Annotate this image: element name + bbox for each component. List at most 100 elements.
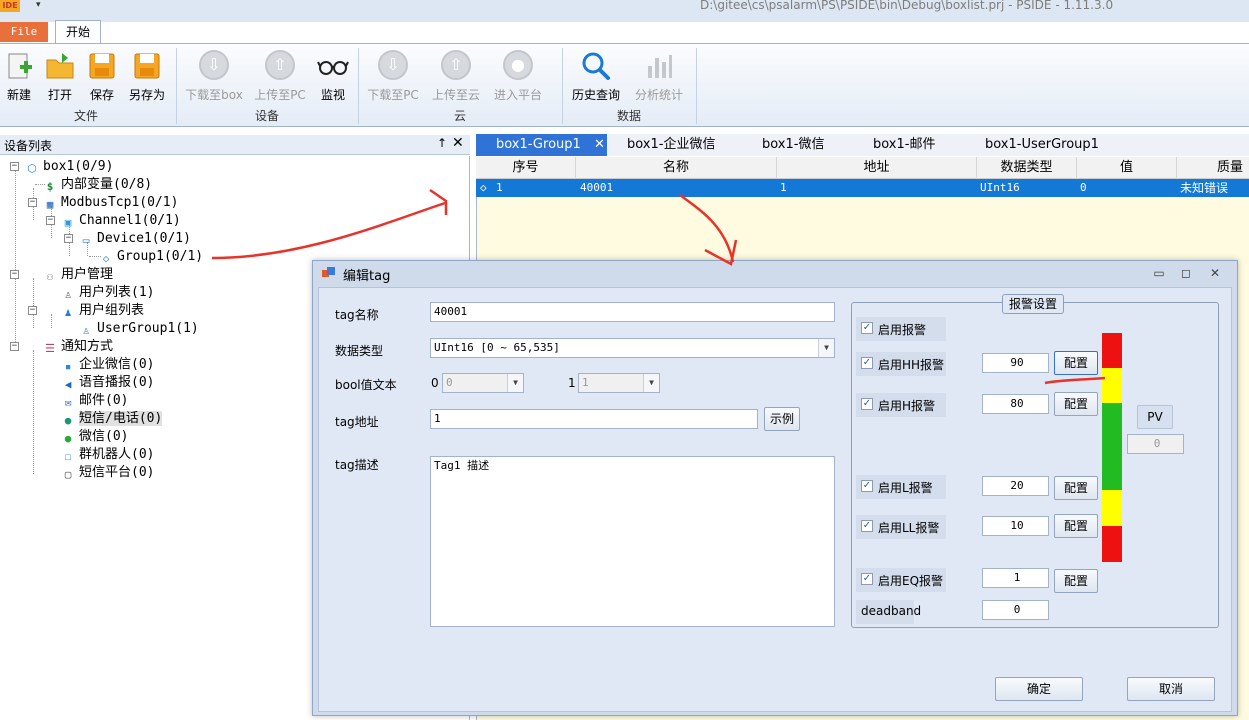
tab-start[interactable]: 开始 <box>55 20 101 44</box>
tree-expander[interactable]: − <box>28 306 37 315</box>
column-header-name[interactable]: 名称 <box>576 157 777 179</box>
tab-box1-mail[interactable]: box1-邮件 <box>873 134 935 156</box>
ll-config-button[interactable]: 配置 <box>1054 514 1098 538</box>
tree-node-usergroup1[interactable]: ♙ UserGroup1(1) <box>78 320 199 338</box>
ribbon: 新建 打开 保存 另存为 文件 ⇩ 下载至box ⇧ 上传至PC 监视 设备 ⇩… <box>0 43 1249 127</box>
data-type-label: 数据类型 <box>335 344 384 358</box>
sms-icon: ● <box>64 414 72 427</box>
cloud-upload-icon: ⇧ <box>440 50 472 82</box>
open-button[interactable]: 打开 <box>44 50 76 103</box>
tree-node-notification[interactable]: ☰ 通知方式 <box>42 338 113 356</box>
eq-config-button[interactable]: 配置 <box>1054 569 1098 593</box>
cell-index: 1 <box>496 181 503 194</box>
pv-value: 0 <box>1127 434 1184 454</box>
h-config-button[interactable]: 配置 <box>1054 392 1098 416</box>
tree-node-box1[interactable]: ⬡ box1(0/9) <box>24 158 113 176</box>
example-button[interactable]: 示例 <box>764 407 800 431</box>
robot-icon: ☐ <box>64 450 72 463</box>
column-header-address[interactable]: 地址 <box>777 157 977 179</box>
tree-node-group1[interactable]: ◇ Group1(0/1) <box>98 248 203 266</box>
open-folder-icon <box>44 50 76 82</box>
upload-to-cloud-label: 上传至云 <box>431 88 480 102</box>
h-value-input[interactable]: 80 <box>982 394 1049 414</box>
tree-node-user-list[interactable]: ♙ 用户列表(1) <box>60 284 155 302</box>
hh-config-button[interactable]: 配置 <box>1054 351 1098 375</box>
minimize-icon[interactable]: ▭ <box>1151 266 1167 280</box>
tree-expander[interactable]: − <box>28 198 37 207</box>
ribbon-separator <box>696 48 697 124</box>
maximize-icon[interactable]: ◻ <box>1178 266 1194 280</box>
tree-node-voice[interactable]: ◀ 语音播报(0) <box>60 374 155 392</box>
monitor-icon: ▭ <box>82 234 90 247</box>
eq-value-input[interactable]: 1 <box>982 568 1049 588</box>
history-query-button[interactable]: 历史查询 <box>570 50 622 103</box>
dollar-icon: $ <box>46 180 54 193</box>
save-as-button[interactable]: 另存为 <box>126 50 168 103</box>
enable-l-checkbox[interactable]: ✓ 启用L报警 <box>856 475 946 499</box>
monitor-button[interactable]: 监视 <box>316 50 350 103</box>
save-button[interactable]: 保存 <box>86 50 118 103</box>
download-to-pc-button[interactable]: ⇩ 下载至PC <box>366 50 420 103</box>
tree-expander[interactable]: − <box>10 342 19 351</box>
ll-value-input[interactable]: 10 <box>982 516 1049 536</box>
column-header-type[interactable]: 数据类型 <box>977 157 1077 179</box>
tree-expander[interactable]: − <box>10 162 19 171</box>
bool1-select[interactable]: 1 ▼ <box>578 373 660 393</box>
close-icon[interactable]: ✕ <box>594 134 605 156</box>
tag-name-input[interactable]: 40001 <box>430 302 835 322</box>
download-to-box-button[interactable]: ⇩ 下载至box <box>184 50 244 103</box>
tree-node-channel1[interactable]: ▣ Channel1(0/1) <box>60 212 181 230</box>
column-header-quality[interactable]: 质量 <box>1177 157 1249 179</box>
data-type-select[interactable]: UInt16 [0 ~ 65,535] ▼ <box>430 338 835 358</box>
new-button[interactable]: 新建 <box>4 50 34 103</box>
l-config-button[interactable]: 配置 <box>1054 476 1098 500</box>
deadband-input[interactable]: 0 <box>982 600 1049 620</box>
tab-box1-usergroup1[interactable]: box1-UserGroup1 <box>985 134 1099 156</box>
upload-to-pc-button[interactable]: ⇧ 上传至PC <box>252 50 308 103</box>
hh-value-input[interactable]: 90 <box>982 353 1049 373</box>
close-icon[interactable]: ✕ <box>452 135 464 151</box>
upload-to-cloud-button[interactable]: ⇧ 上传至云 <box>430 50 482 103</box>
tree-node-user-group-list[interactable]: ♟ 用户组列表 <box>60 302 144 320</box>
tree-node-internal-vars[interactable]: $ 内部变量(0/8) <box>42 176 152 194</box>
tab-file[interactable]: File <box>0 22 48 42</box>
tree-node-modbustcp1[interactable]: ▦ ModbusTcp1(0/1) <box>42 194 179 212</box>
enable-hh-checkbox[interactable]: ✓ 启用HH报警 <box>856 352 946 376</box>
tree-node-wechat[interactable]: ● 微信(0) <box>60 428 129 446</box>
tag-address-input[interactable]: 1 <box>430 409 758 429</box>
tree-node-mail[interactable]: ✉ 邮件(0) <box>60 392 129 410</box>
enable-eq-checkbox[interactable]: ✓ 启用EQ报警 <box>856 568 946 592</box>
tree-expander[interactable]: − <box>46 216 55 225</box>
new-button-label: 新建 <box>6 88 31 102</box>
analysis-stats-button[interactable]: 分析统计 <box>632 50 686 103</box>
ribbon-separator <box>176 48 177 124</box>
column-header-value[interactable]: 值 <box>1077 157 1177 179</box>
enable-ll-checkbox[interactable]: ✓ 启用LL报警 <box>856 515 946 539</box>
tree-node-group-robot[interactable]: ☐ 群机器人(0) <box>60 446 155 464</box>
column-header-index[interactable]: 序号 <box>476 157 576 179</box>
tab-box1-wecom[interactable]: box1-企业微信 <box>627 134 715 156</box>
table-row[interactable]: ◇ 1 40001 1 UInt16 0 未知错误 <box>476 179 1249 197</box>
ok-button[interactable]: 确定 <box>995 677 1083 701</box>
bool0-select[interactable]: 0 ▼ <box>442 373 524 393</box>
enable-alarm-checkbox[interactable]: ✓ 启用报警 <box>856 317 946 341</box>
tab-box1-group1[interactable]: box1-Group1 ✕ <box>476 134 607 156</box>
tree-expander[interactable]: − <box>64 234 73 243</box>
tag-desc-textarea[interactable]: Tag1 描述 <box>430 456 835 627</box>
download-to-pc-label: 下载至PC <box>367 88 419 102</box>
quick-access-chevron-icon[interactable]: ▾ <box>36 0 48 12</box>
tree-node-wecom[interactable]: ▪ 企业微信(0) <box>60 356 155 374</box>
l-value-input[interactable]: 20 <box>982 476 1049 496</box>
tree-node-sms-platform[interactable]: ▢ 短信平台(0) <box>60 464 155 482</box>
tree-node-user-management[interactable]: ⚇ 用户管理 <box>42 266 113 284</box>
tab-box1-wechat[interactable]: box1-微信 <box>762 134 824 156</box>
enable-h-checkbox[interactable]: ✓ 启用H报警 <box>856 393 946 417</box>
close-icon[interactable]: ✕ <box>1207 266 1223 280</box>
pin-icon[interactable]: ↑ <box>437 136 447 150</box>
group-label-file: 文件 <box>73 109 98 123</box>
enter-platform-button[interactable]: ● 进入平台 <box>492 50 544 103</box>
tree-expander[interactable]: − <box>10 270 19 279</box>
cancel-button[interactable]: 取消 <box>1127 677 1215 701</box>
tree-node-sms[interactable]: ● 短信/电话(0) <box>60 410 163 428</box>
tree-node-device1[interactable]: ▭ Device1(0/1) <box>78 230 191 248</box>
